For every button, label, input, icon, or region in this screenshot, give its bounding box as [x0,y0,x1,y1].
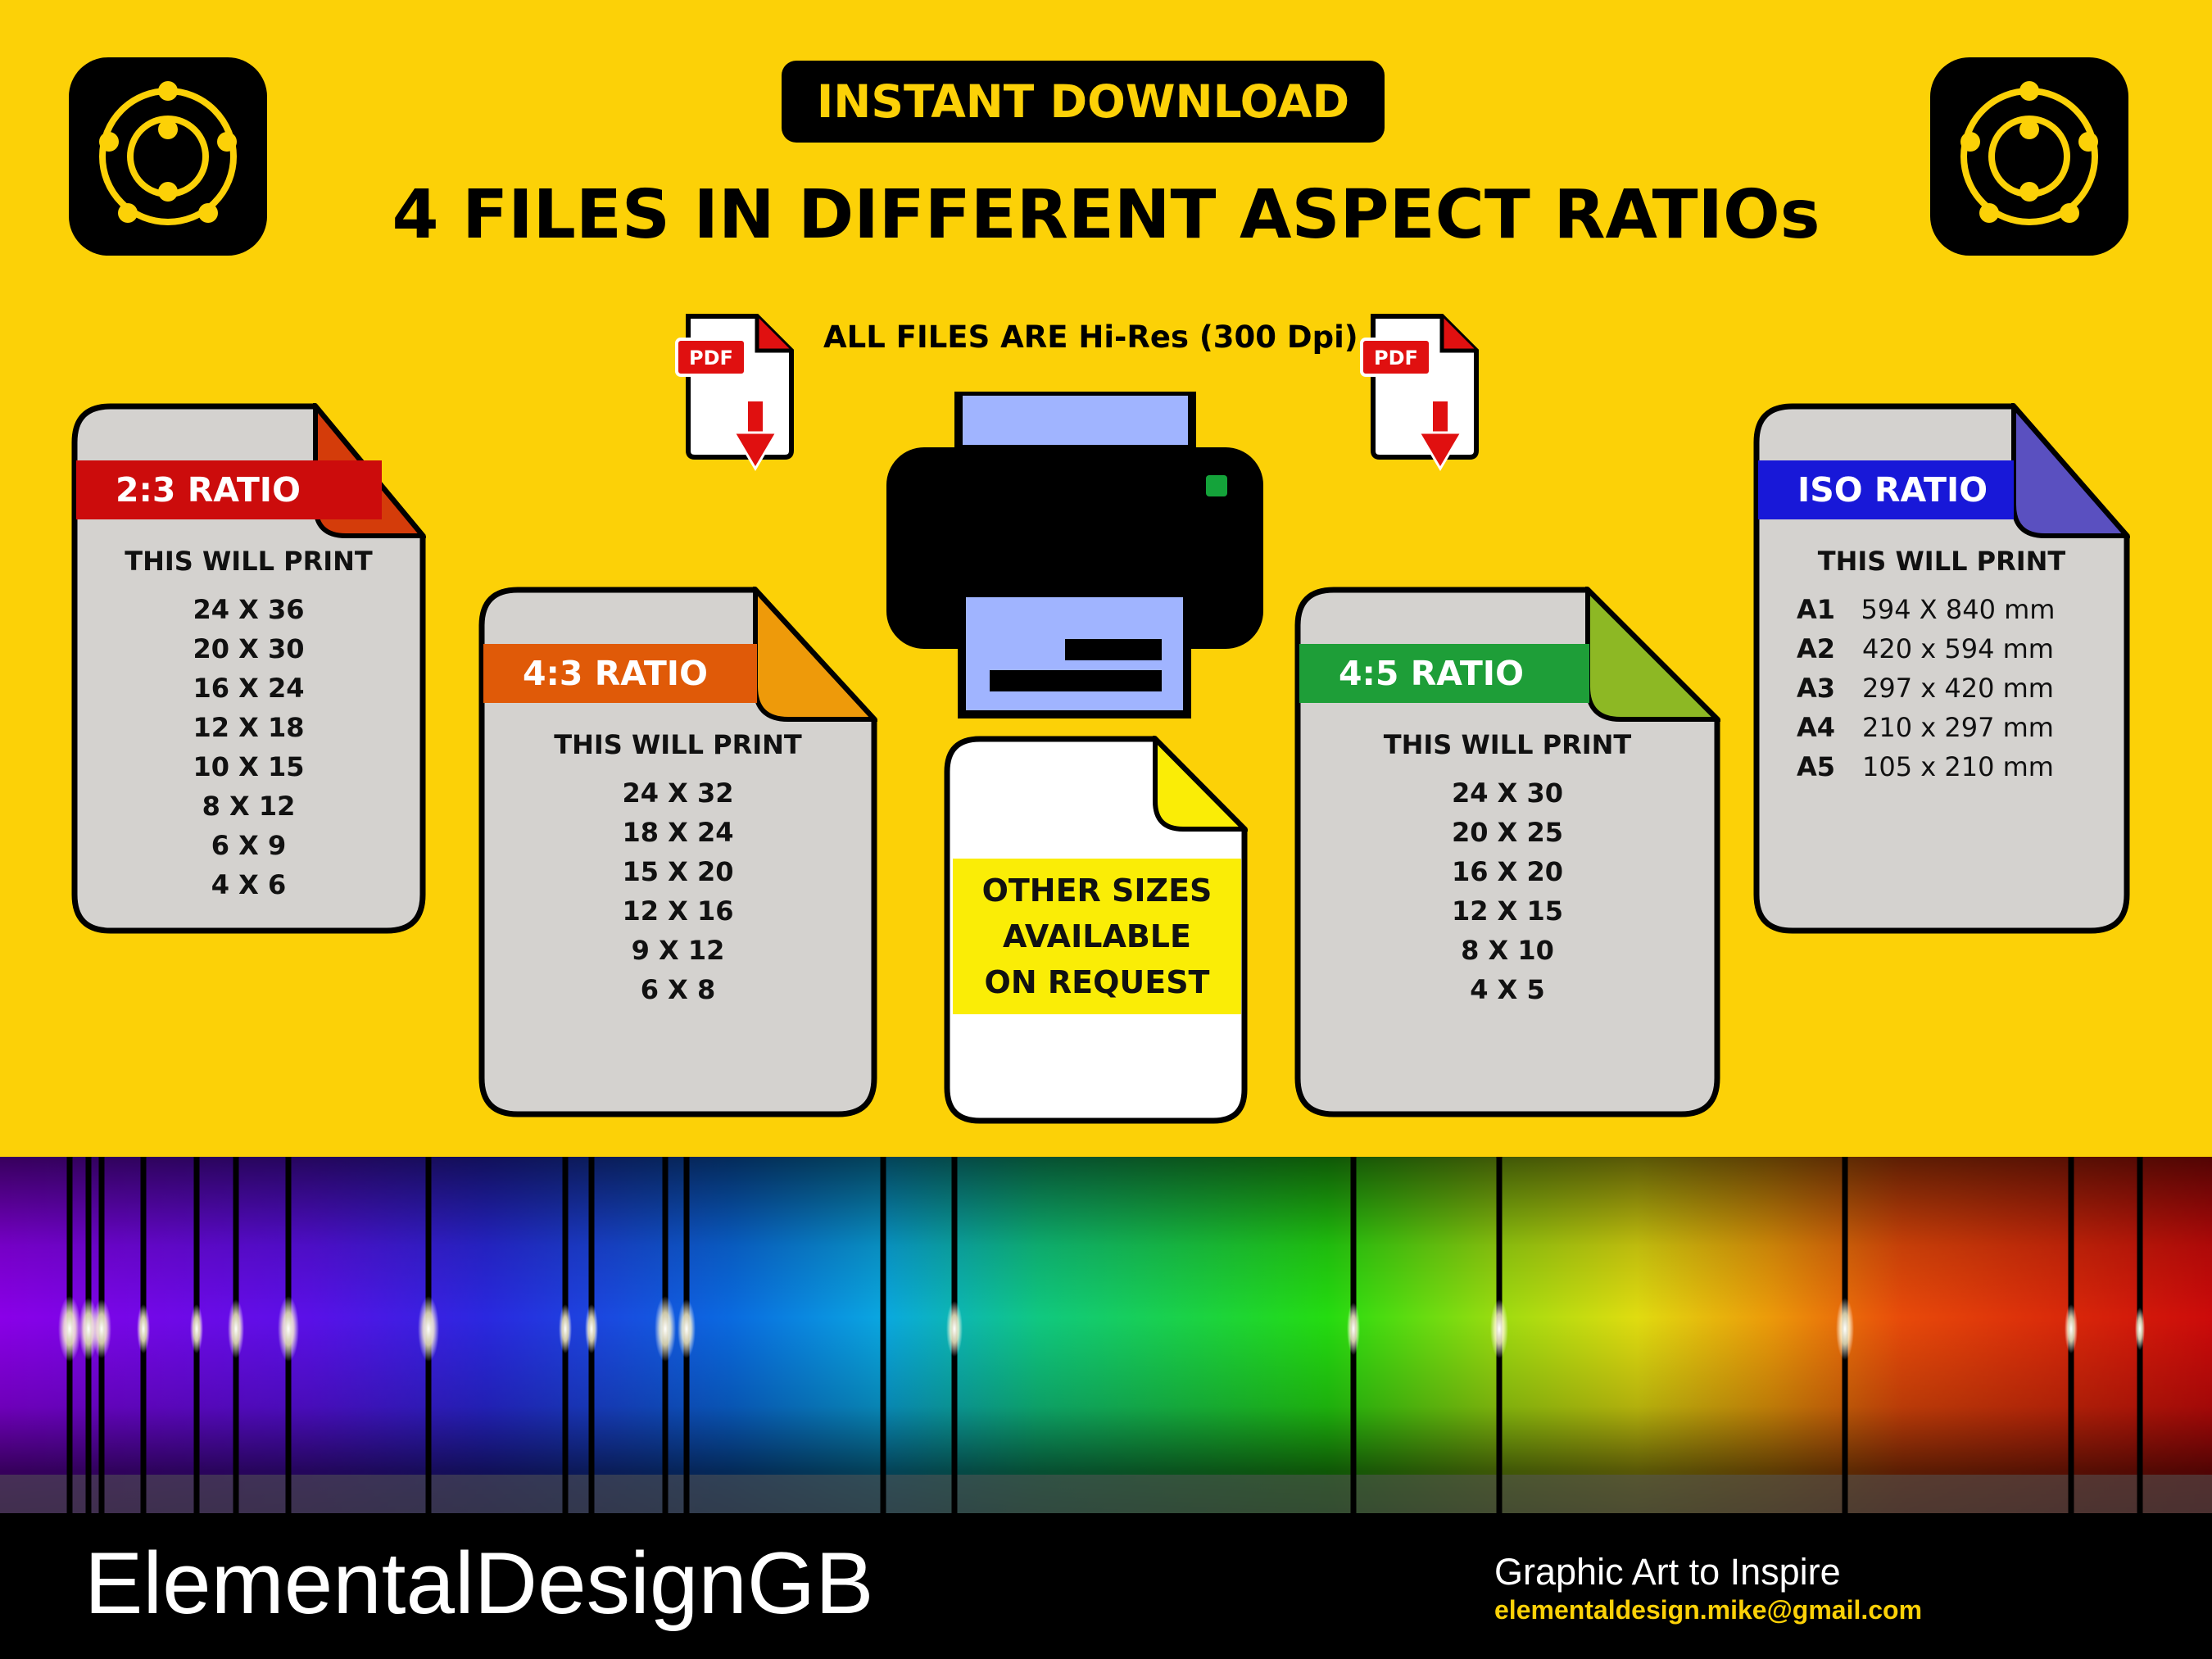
print-size-item: 15 X 20 [622,856,734,887]
print-size-item: 9 X 12 [631,935,725,966]
print-size-item: 10 X 15 [193,751,305,782]
size-list: 24 X 30 20 X 25 16 X 20 12 X 15 8 X 10 4 X 5 [1294,773,1720,1009]
print-size-item: 4 X 5 [1470,974,1545,1005]
print-size-item: 16 X 24 [193,673,305,704]
printer-icon [885,388,1266,719]
ratio-card-2-3: 2:3 RATIO THIS WILL PRINT 24 X 36 20 X 30… [71,403,426,934]
ratio-card-4-3: 4:3 RATIO THIS WILL PRINT 24 X 32 18 X 24… [478,587,877,1117]
other-sizes-text: OTHER SIZES AVAILABLE ON REQUEST [953,859,1241,1014]
card-title: ISO RATIO [1758,460,2014,519]
card-title: 2:3 RATIO [76,460,382,519]
iso-size-row: A3 297 x 420 mm [1770,669,2114,708]
card-title: 4:3 RATIO [483,644,757,703]
card-caption: THIS WILL PRINT [125,546,373,577]
contact-email: elementaldesign.mike@gmail.com [1494,1595,1923,1625]
page-title: 4 FILES IN DIFFERENT ASPECT RATIOs [392,176,1820,254]
print-size-item: 12 X 15 [1451,895,1563,927]
iso-size-name: A1 [1796,594,1835,625]
other-sizes-line: OTHER SIZES [981,873,1213,909]
card-title: 4:5 RATIO [1299,644,1589,703]
print-size-item: 8 X 10 [1461,935,1554,966]
pdf-label: PDF [689,347,733,369]
print-size-item: 18 X 24 [622,817,734,848]
print-size-item: 12 X 18 [193,712,305,743]
ratio-card-4-5: 4:5 RATIO THIS WILL PRINT 24 X 30 20 X 25… [1294,587,1720,1117]
iso-size-name: A4 [1796,712,1835,743]
print-size-item: 4 X 6 [211,869,287,900]
print-size-item: 6 X 9 [211,830,287,861]
ratio-card-iso: ISO RATIO THIS WILL PRINT A1 594 X 840 mm… [1753,403,2130,934]
print-size-item: 24 X 36 [193,594,305,625]
iso-size-dims: 420 x 594 mm [1862,633,2054,664]
poster: INSTANT DOWNLOAD 4 FILES IN DIFFERENT AS… [0,0,2212,1659]
brand-name: ElementalDesignGB [84,1534,874,1632]
spectrum-band [0,1157,2212,1513]
size-list: 24 X 32 18 X 24 15 X 20 12 X 16 9 X 12 6 X 8 [478,773,877,1009]
pdf-label: PDF [1374,347,1418,369]
iso-size-row: A2 420 x 594 mm [1770,629,2114,669]
pdf-download-icon: PDF [1358,313,1481,477]
hi-res-note: ALL FILES ARE Hi-Res (300 Dpi) [823,320,1358,355]
other-sizes-line: AVAILABLE [1003,918,1191,954]
iso-size-name: A5 [1796,751,1835,782]
iso-size-row: A1 594 X 840 mm [1770,590,2114,629]
print-size-item: 12 X 16 [622,895,734,927]
iso-size-dims: 297 x 420 mm [1862,673,2054,704]
print-size-item: 20 X 25 [1451,817,1563,848]
print-size-item: 24 X 30 [1451,777,1563,809]
card-caption: THIS WILL PRINT [554,729,802,760]
print-size-item: 20 X 30 [193,633,305,664]
other-sizes-line: ON REQUEST [984,964,1210,1000]
instant-download-badge: INSTANT DOWNLOAD [782,61,1385,143]
iso-size-dims: 594 X 840 mm [1861,594,2056,625]
iso-size-list: A1 594 X 840 mm A2 420 x 594 mm A3 297 x 420 … [1770,590,2114,786]
tagline: Graphic Art to Inspire [1494,1551,1841,1593]
print-size-item: 24 X 32 [622,777,734,809]
card-caption: THIS WILL PRINT [1817,546,2066,577]
iso-size-row: A4 210 x 297 mm [1770,708,2114,747]
print-size-item: 16 X 20 [1451,856,1563,887]
iso-size-dims: 105 x 210 mm [1862,751,2054,782]
iso-size-name: A2 [1796,633,1835,664]
size-list: 24 X 36 20 X 30 16 X 24 12 X 18 10 X 15 8 X 1… [71,590,426,904]
card-caption: THIS WILL PRINT [1383,729,1632,760]
print-size-item: 6 X 8 [640,974,716,1005]
iso-size-name: A3 [1796,673,1835,704]
iso-size-dims: 210 x 297 mm [1862,712,2054,743]
iso-size-row: A5 105 x 210 mm [1770,747,2114,786]
atom-logo-icon [69,57,267,256]
pdf-download-icon: PDF [673,313,796,477]
print-size-item: 8 X 12 [202,791,296,822]
